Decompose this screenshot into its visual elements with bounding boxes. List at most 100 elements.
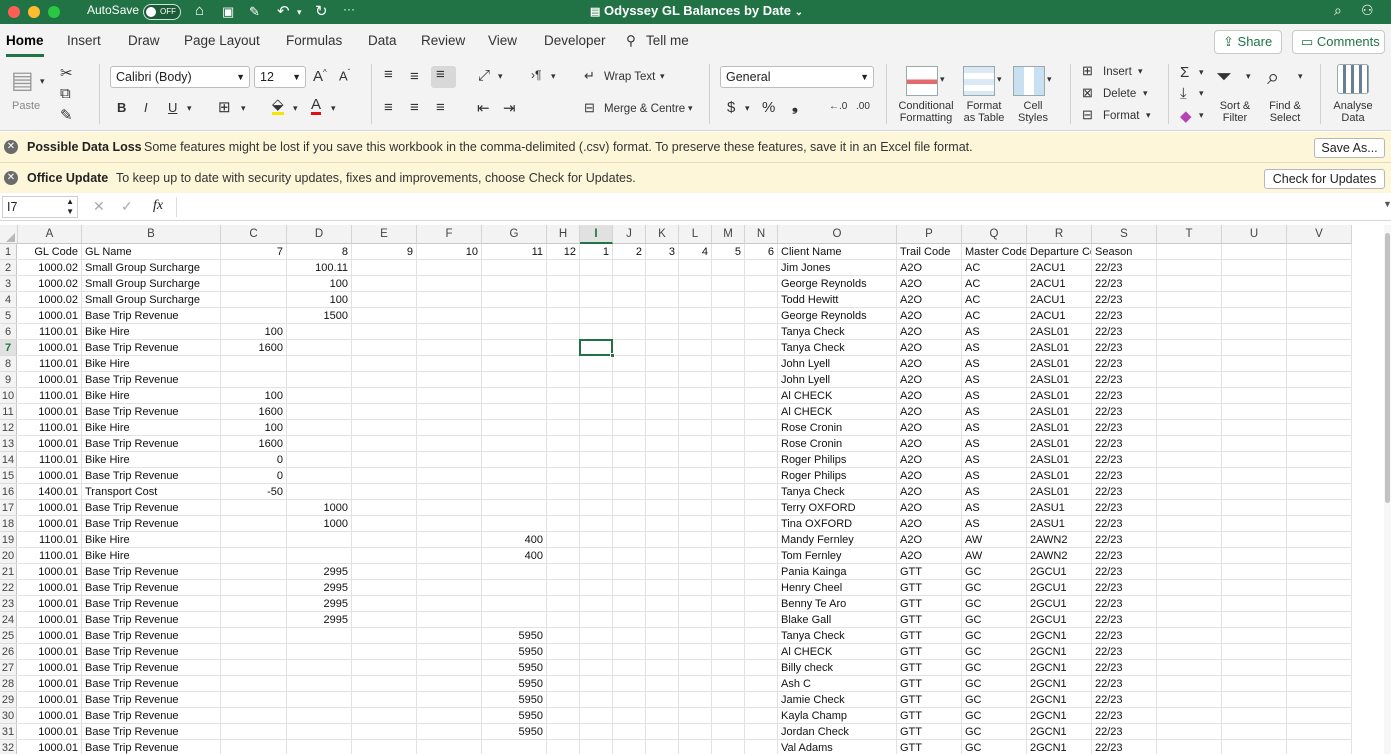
cell-g19[interactable]: 400 [482,532,547,548]
cell-v3[interactable] [1287,276,1352,292]
cell-j21[interactable] [613,564,646,580]
row-header[interactable]: 21 [0,564,17,580]
align-right-icon[interactable]: ≡ [436,99,445,116]
cell-f19[interactable] [417,532,482,548]
cell-f8[interactable] [417,356,482,372]
cell-b7[interactable]: Base Trip Revenue [82,340,221,356]
cell-o23[interactable]: Benny Te Aro [778,596,897,612]
cell-t16[interactable] [1157,484,1222,500]
column-header-l[interactable]: L [679,225,712,244]
cell-b13[interactable]: Base Trip Revenue [82,436,221,452]
cell-m27[interactable] [712,660,745,676]
cell-l14[interactable] [679,452,712,468]
cell-r26[interactable]: 2GCN1 [1027,644,1092,660]
cell-c20[interactable] [221,548,287,564]
cell-e17[interactable] [352,500,417,516]
cell-h12[interactable] [547,420,580,436]
cell-u23[interactable] [1222,596,1287,612]
name-box-stepper-icon[interactable]: ▲ ▼ [66,197,74,217]
cell-g22[interactable] [482,580,547,596]
cell-s10[interactable]: 22/23 [1092,388,1157,404]
cell-m8[interactable] [712,356,745,372]
cell-f20[interactable] [417,548,482,564]
cell-i7[interactable] [580,340,613,356]
cell-m20[interactable] [712,548,745,564]
cell-b32[interactable]: Base Trip Revenue [82,740,221,754]
cell-q3[interactable]: AC [962,276,1027,292]
cell-g13[interactable] [482,436,547,452]
cell-o11[interactable]: Al CHECK [778,404,897,420]
align-middle-icon[interactable]: ≡ [410,68,419,85]
cell-c16[interactable]: -50 [221,484,287,500]
cell-g18[interactable] [482,516,547,532]
cell-h20[interactable] [547,548,580,564]
cell-n12[interactable] [745,420,778,436]
cell-g31[interactable]: 5950 [482,724,547,740]
cell-b5[interactable]: Base Trip Revenue [82,308,221,324]
cell-s18[interactable]: 22/23 [1092,516,1157,532]
cell-r20[interactable]: 2AWN2 [1027,548,1092,564]
row-header[interactable]: 19 [0,532,17,548]
sort-filter-icon[interactable]: ⏷ [1216,66,1232,89]
insert-cells-icon[interactable]: ⊞ [1082,63,1093,79]
cell-v31[interactable] [1287,724,1352,740]
cell-n16[interactable] [745,484,778,500]
cell-r23[interactable]: 2GCU1 [1027,596,1092,612]
clear-dropdown-icon[interactable]: ▾ [1199,110,1204,121]
cell-b14[interactable]: Bike Hire [82,452,221,468]
cell-p7[interactable]: A2O [897,340,962,356]
cell-n29[interactable] [745,692,778,708]
cell-h3[interactable] [547,276,580,292]
cell-t1[interactable] [1157,244,1222,260]
cell-e14[interactable] [352,452,417,468]
worksheet-grid[interactable]: A B C D E F G H I J K L M N O P Q R S T U V 1 GL Code GL Name 7 8 9… [0,225,1384,754]
cell-g24[interactable] [482,612,547,628]
close-icon[interactable]: ✕ [4,171,18,185]
cell-e4[interactable] [352,292,417,308]
comma-style-icon[interactable]: ❟ [792,98,798,115]
cell-p12[interactable]: A2O [897,420,962,436]
cell-u3[interactable] [1222,276,1287,292]
cell-f5[interactable] [417,308,482,324]
cell-o15[interactable]: Roger Philips [778,468,897,484]
cell-o19[interactable]: Mandy Fernley [778,532,897,548]
decrease-indent-icon[interactable]: ⇤ [477,99,490,117]
row-header[interactable]: 12 [0,420,17,436]
cell-b16[interactable]: Transport Cost [82,484,221,500]
cell-e25[interactable] [352,628,417,644]
cell-h30[interactable] [547,708,580,724]
cell-v22[interactable] [1287,580,1352,596]
tab-view[interactable]: View [488,33,517,48]
cell-i32[interactable] [580,740,613,754]
cell-n3[interactable] [745,276,778,292]
cell-j30[interactable] [613,708,646,724]
cell-k19[interactable] [646,532,679,548]
cell-r1[interactable]: Departure Cc [1027,244,1092,260]
cell-t25[interactable] [1157,628,1222,644]
row-header[interactable]: 16 [0,484,17,500]
cell-k2[interactable] [646,260,679,276]
row-header[interactable]: 22 [0,580,17,596]
cell-i19[interactable] [580,532,613,548]
cell-f21[interactable] [417,564,482,580]
column-header-c[interactable]: C [221,225,287,244]
cell-t22[interactable] [1157,580,1222,596]
cell-o8[interactable]: John Lyell [778,356,897,372]
cell-p24[interactable]: GTT [897,612,962,628]
cell-p3[interactable]: A2O [897,276,962,292]
cell-j12[interactable] [613,420,646,436]
cell-n18[interactable] [745,516,778,532]
cell-a25[interactable]: 1000.01 [18,628,82,644]
row-header[interactable]: 15 [0,468,17,484]
cell-q4[interactable]: AC [962,292,1027,308]
cell-e29[interactable] [352,692,417,708]
cell-r12[interactable]: 2ASL01 [1027,420,1092,436]
cell-c18[interactable] [221,516,287,532]
cell-j19[interactable] [613,532,646,548]
cell-d27[interactable] [287,660,352,676]
cell-p26[interactable]: GTT [897,644,962,660]
cell-s3[interactable]: 22/23 [1092,276,1157,292]
cell-m28[interactable] [712,676,745,692]
cell-s28[interactable]: 22/23 [1092,676,1157,692]
cell-s22[interactable]: 22/23 [1092,580,1157,596]
